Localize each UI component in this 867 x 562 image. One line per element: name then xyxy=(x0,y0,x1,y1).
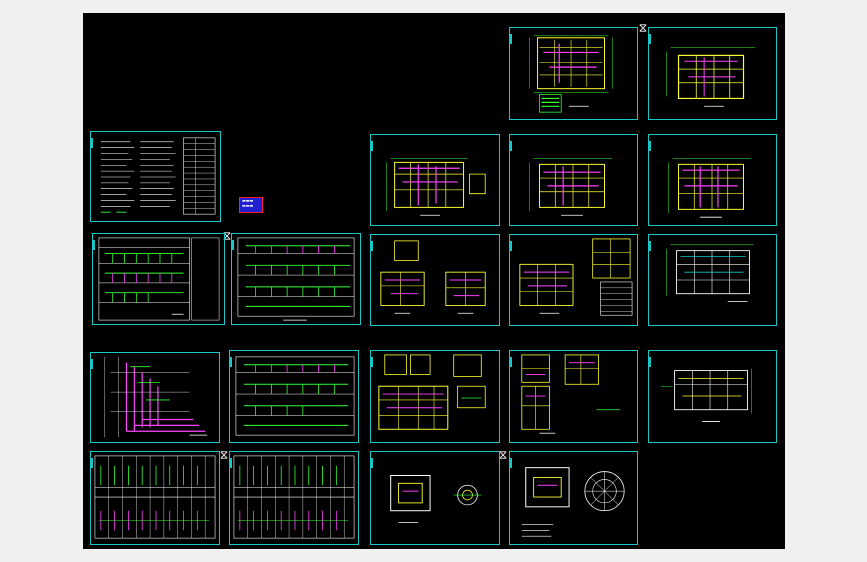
sheet-boundary-marker xyxy=(639,17,647,32)
sheet-pit-detail[interactable] xyxy=(370,451,500,545)
sheet-floor-plan-top-2[interactable] xyxy=(648,27,777,120)
sheet-tank-detail[interactable] xyxy=(509,451,638,545)
sheet-floor-plan-r2c5[interactable] xyxy=(648,134,777,226)
sheet-room-layouts-2[interactable] xyxy=(509,350,638,443)
legend-block: ▬▬▬ ▬▬▬ xyxy=(239,197,263,213)
sheet-boundary-marker xyxy=(223,225,231,240)
sheet-floor-plan-r3c5[interactable] xyxy=(648,234,777,326)
sheet-panel-schedule-2[interactable] xyxy=(229,451,359,545)
sheet-boundary-marker xyxy=(499,444,507,459)
sheet-system-diagram-1[interactable] xyxy=(92,233,225,325)
drawing-canvas[interactable]: ▬▬▬ ▬▬▬ xyxy=(83,13,785,549)
sheet-floor-plan-r2c3[interactable] xyxy=(370,134,500,226)
sheet-design-notes[interactable] xyxy=(90,131,221,222)
sheet-floor-plan-r2c4[interactable] xyxy=(509,134,638,226)
sheet-floor-plan-top-1[interactable] xyxy=(509,27,638,120)
sheet-system-diagram-2[interactable] xyxy=(231,233,361,325)
sheet-room-layouts-1[interactable] xyxy=(370,350,500,443)
sheet-panel-schedule-1[interactable] xyxy=(90,451,220,545)
sheet-detail-plans-1[interactable] xyxy=(370,234,500,326)
sheet-boundary-marker xyxy=(220,444,228,459)
sheet-floor-plan-r4c5[interactable] xyxy=(648,350,777,443)
sheet-riser-diagram[interactable] xyxy=(90,352,220,443)
sheet-detail-plans-2[interactable] xyxy=(509,234,638,326)
sheet-system-diagram-3[interactable] xyxy=(229,350,359,443)
